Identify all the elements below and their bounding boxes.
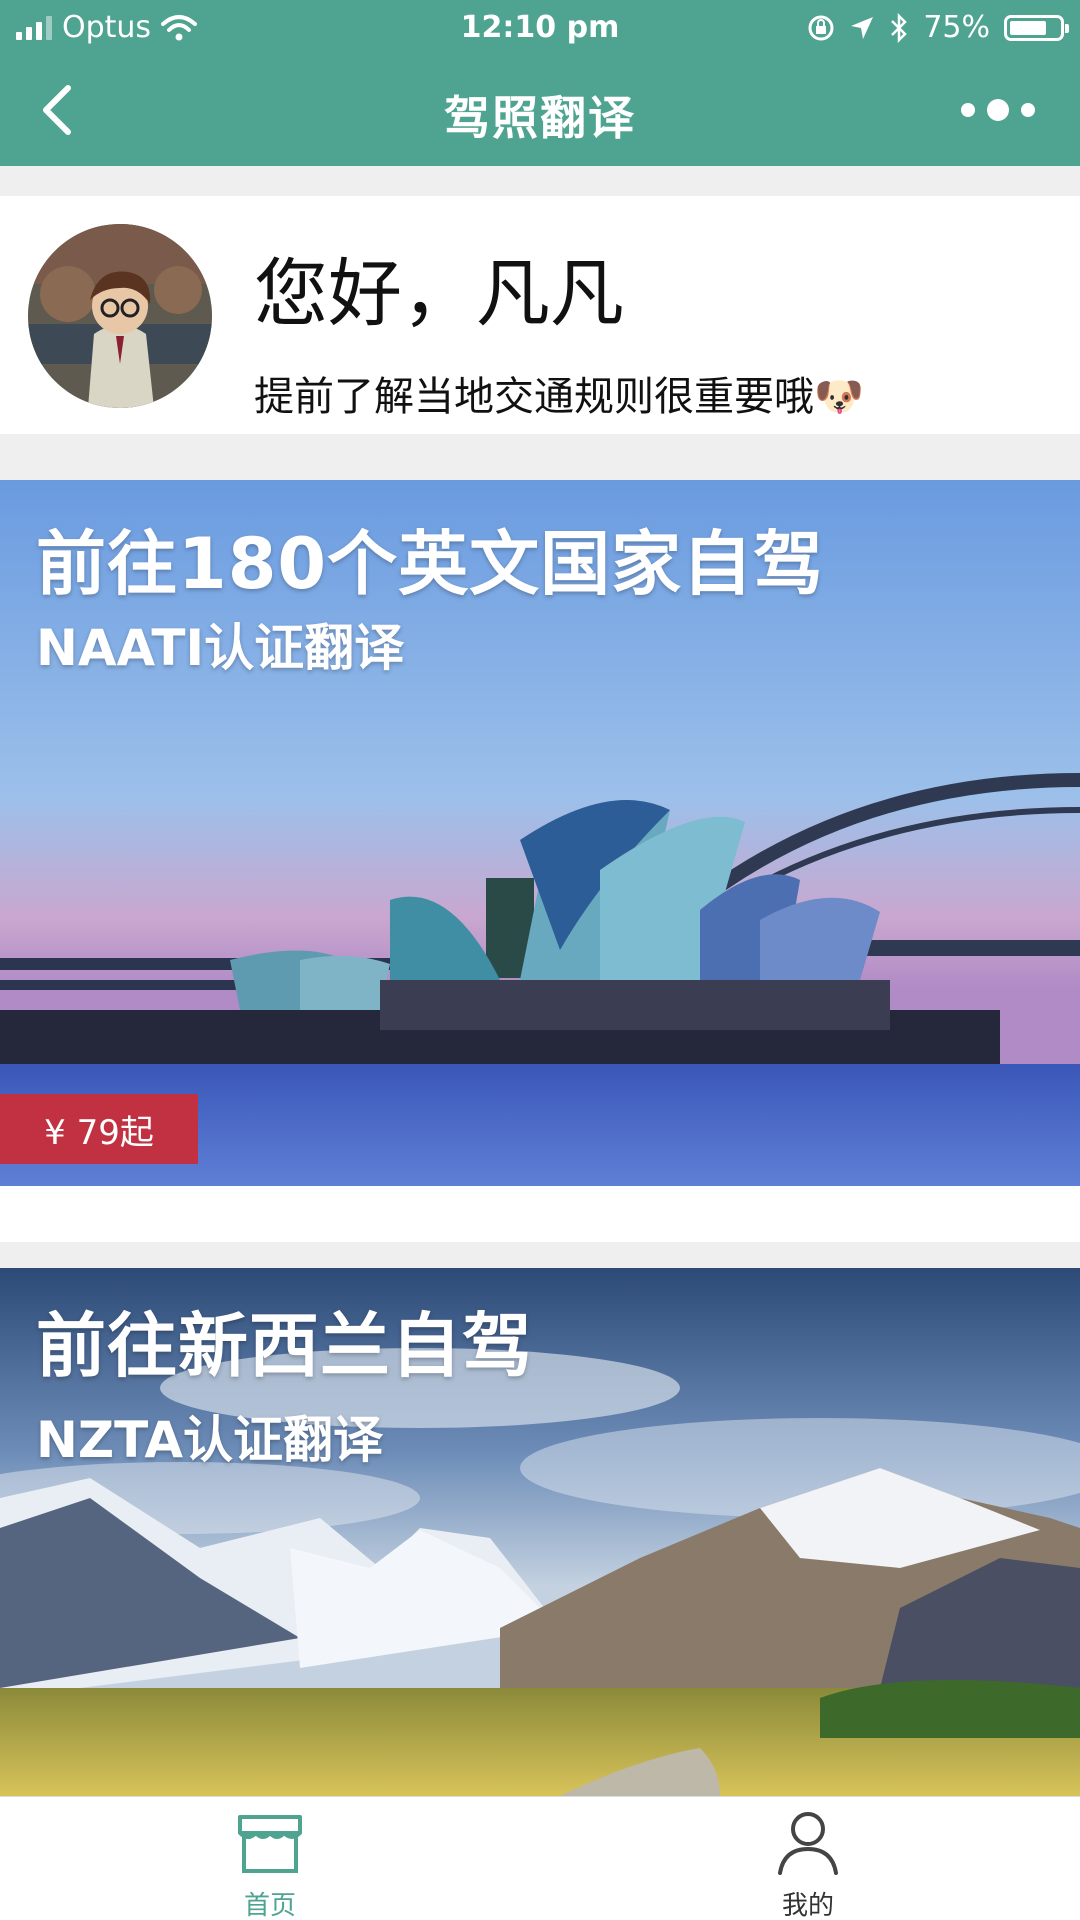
battery-icon — [1004, 14, 1069, 41]
profile-card: 您好，凡凡 提前了解当地交通规则很重要哦🐶 — [0, 196, 1080, 434]
tab-home[interactable]: 首页 — [170, 1805, 370, 1920]
avatar[interactable] — [28, 224, 212, 408]
location-arrow-icon — [851, 16, 874, 39]
page-title: 驾照翻译 — [444, 91, 636, 145]
tab-mine-label: 我的 — [781, 1891, 834, 1920]
banner-title: 前往180个英文国家自驾 — [36, 523, 825, 605]
bluetooth-icon — [891, 12, 908, 43]
banner-new-zealand[interactable]: 前往新西兰自驾 NZTA认证翻译 — [0, 1268, 1080, 1796]
app-header: Optus 12:10 pm 75% 驾照翻译 — [0, 0, 1080, 166]
battery-percent: 75% — [923, 10, 990, 45]
status-bar: Optus 12:10 pm 75% — [0, 0, 1080, 56]
banner-english-countries[interactable]: 前往180个英文国家自驾 NAATI认证翻译 ¥ 79起 — [0, 480, 1080, 1186]
banner-title: 前往新西兰自驾 — [36, 1305, 533, 1387]
banner-subtitle: NZTA认证翻译 — [36, 1411, 384, 1469]
store-icon — [238, 1815, 302, 1873]
tab-mine[interactable]: 我的 — [708, 1805, 908, 1920]
tip-text: 提前了解当地交通规则很重要哦🐶 — [254, 374, 864, 420]
greeting-text: 您好，凡凡 — [254, 251, 624, 337]
tab-bar: 首页 我的 — [0, 1796, 1080, 1920]
banner-subtitle: NAATI认证翻译 — [36, 619, 405, 677]
more-dots-icon[interactable] — [950, 90, 1050, 130]
card-footer-spacer — [0, 1186, 1080, 1242]
tab-home-label: 首页 — [243, 1891, 296, 1920]
nav-bar: 驾照翻译 — [0, 56, 1080, 166]
user-icon — [778, 1812, 838, 1875]
orientation-lock-icon — [808, 15, 834, 40]
price-tag: ¥ 79起 — [0, 1094, 198, 1164]
